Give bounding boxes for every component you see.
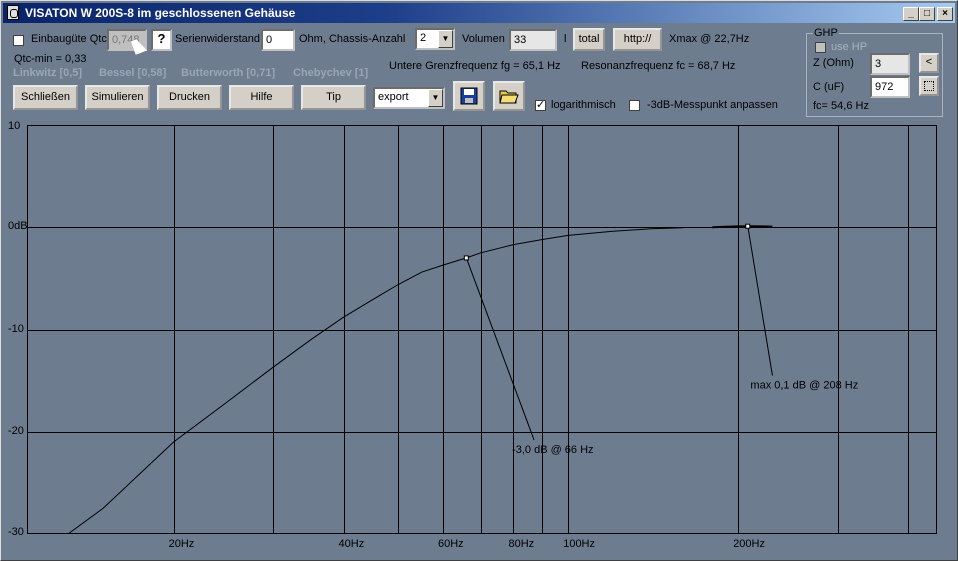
c-field[interactable]: 972	[870, 76, 910, 98]
chassis-select[interactable]: 2 ▼	[415, 28, 455, 50]
http-button[interactable]: http://	[613, 28, 662, 51]
save-button[interactable]	[453, 81, 485, 111]
log-label: logarithmisch	[551, 99, 616, 111]
xmax-text: Xmax @ 22,7Hz	[669, 33, 750, 45]
close-button[interactable]: Schließen	[13, 85, 78, 110]
annotation-label: max 0,1 dB @ 208 Hz	[750, 380, 858, 392]
calc-button[interactable]	[919, 76, 939, 96]
open-button[interactable]	[493, 81, 525, 111]
tip-button[interactable]: Tip	[301, 85, 366, 110]
messpunkt-label: -3dB-Messpunkt anpassen	[647, 99, 778, 111]
simulate-button[interactable]: Simulieren	[85, 85, 150, 110]
volumen-label: Volumen	[462, 33, 505, 45]
y-tick-label: 0dB	[8, 220, 28, 233]
ghp-title: GHP	[813, 27, 839, 39]
chassis-value: 2	[420, 32, 427, 44]
floppy-icon	[460, 87, 478, 105]
fc-text: fc= 54,6 Hz	[813, 100, 869, 112]
z-label: Z (Ohm)	[813, 57, 854, 69]
messpunkt-checkbox[interactable]	[629, 100, 640, 111]
ghp-group: GHP use HP Z (Ohm) 3 < C (uF) 972 fc= 54…	[806, 27, 943, 117]
c-label: C (uF)	[813, 81, 845, 93]
frequency-response-chart: -3,0 dB @ 66 Hz max 0,1 dB @ 208 Hz	[27, 125, 937, 535]
chevron-down-icon[interactable]: ▼	[438, 30, 453, 48]
ohm-chassis-label: Ohm, Chassis-Anzahl	[299, 33, 406, 45]
annotation-marker	[463, 255, 469, 261]
serien-label: Serienwiderstand	[175, 33, 260, 45]
folder-open-icon	[499, 90, 519, 104]
total-button[interactable]: total	[573, 28, 605, 51]
minimize-button[interactable]: _	[903, 7, 919, 21]
qtc-help-button[interactable]: ?	[151, 29, 172, 51]
response-curve	[712, 225, 773, 229]
response-curve	[67, 227, 684, 535]
y-tick-label: -10	[8, 322, 24, 335]
qtc-label: Einbaugüte Qtc	[31, 33, 107, 45]
preset-butterworth[interactable]: Butterworth [0,71]	[181, 67, 275, 79]
grenzfrequenz-text: Untere Grenzfrequenz fg = 65,1 Hz	[389, 60, 561, 72]
calculator-icon	[924, 81, 934, 91]
annotation-leader	[465, 257, 535, 441]
y-tick-label: -30	[8, 526, 24, 538]
export-select[interactable]: export ▼	[373, 87, 445, 109]
title-bar[interactable]: VISATON W 200S-8 im geschlossenen Gehäus…	[3, 3, 955, 23]
x-tick-label: 100Hz	[563, 538, 595, 550]
annotation-marker	[745, 223, 751, 229]
export-value: export	[378, 91, 409, 103]
x-tick-label: 60Hz	[437, 538, 464, 550]
app-icon	[7, 5, 19, 20]
maximize-button[interactable]: □	[919, 7, 935, 21]
print-button[interactable]: Drucken	[157, 85, 222, 110]
z-field[interactable]: 3	[870, 53, 910, 75]
qtc-min-text: Qtc-min = 0,33	[14, 53, 87, 65]
volumen-field[interactable]: 33	[509, 29, 557, 51]
use-hp-checkbox[interactable]	[815, 42, 826, 53]
preset-bessel[interactable]: Bessel [0,58]	[99, 67, 166, 79]
liter-label: l	[564, 33, 567, 45]
qtc-checkbox[interactable]	[13, 35, 24, 46]
annotation-label: -3,0 dB @ 66 Hz	[512, 444, 593, 456]
x-tick-label: 80Hz	[508, 538, 535, 550]
annotation-leader	[747, 226, 773, 376]
chart-svg: -3,0 dB @ 66 Hz max 0,1 dB @ 208 Hz	[27, 125, 937, 535]
close-icon[interactable]: ×	[937, 7, 953, 21]
x-tick-label: 200Hz	[733, 538, 765, 550]
use-hp-label: use HP	[831, 41, 868, 53]
resonanz-text: Resonanzfrequenz fc = 68,7 Hz	[581, 60, 736, 72]
preset-chebychev[interactable]: Chebychev [1]	[293, 67, 368, 79]
help-button[interactable]: Hilfe	[229, 85, 294, 110]
x-tick-label: 40Hz	[338, 538, 365, 550]
serien-field[interactable]: 0	[261, 29, 295, 51]
x-tick-label: 20Hz	[168, 538, 195, 550]
preset-linkwitz[interactable]: Linkwitz [0,5]	[13, 67, 82, 79]
y-tick-label: 10	[8, 120, 21, 132]
z-arrow-button[interactable]: <	[919, 53, 939, 73]
y-tick-label: -20	[8, 424, 24, 437]
chevron-down-icon[interactable]: ▼	[428, 89, 443, 107]
log-checkbox[interactable]	[535, 98, 546, 111]
window-title: VISATON W 200S-8 im geschlossenen Gehäus…	[25, 6, 296, 20]
main-window: VISATON W 200S-8 im geschlossenen Gehäus…	[0, 0, 958, 561]
